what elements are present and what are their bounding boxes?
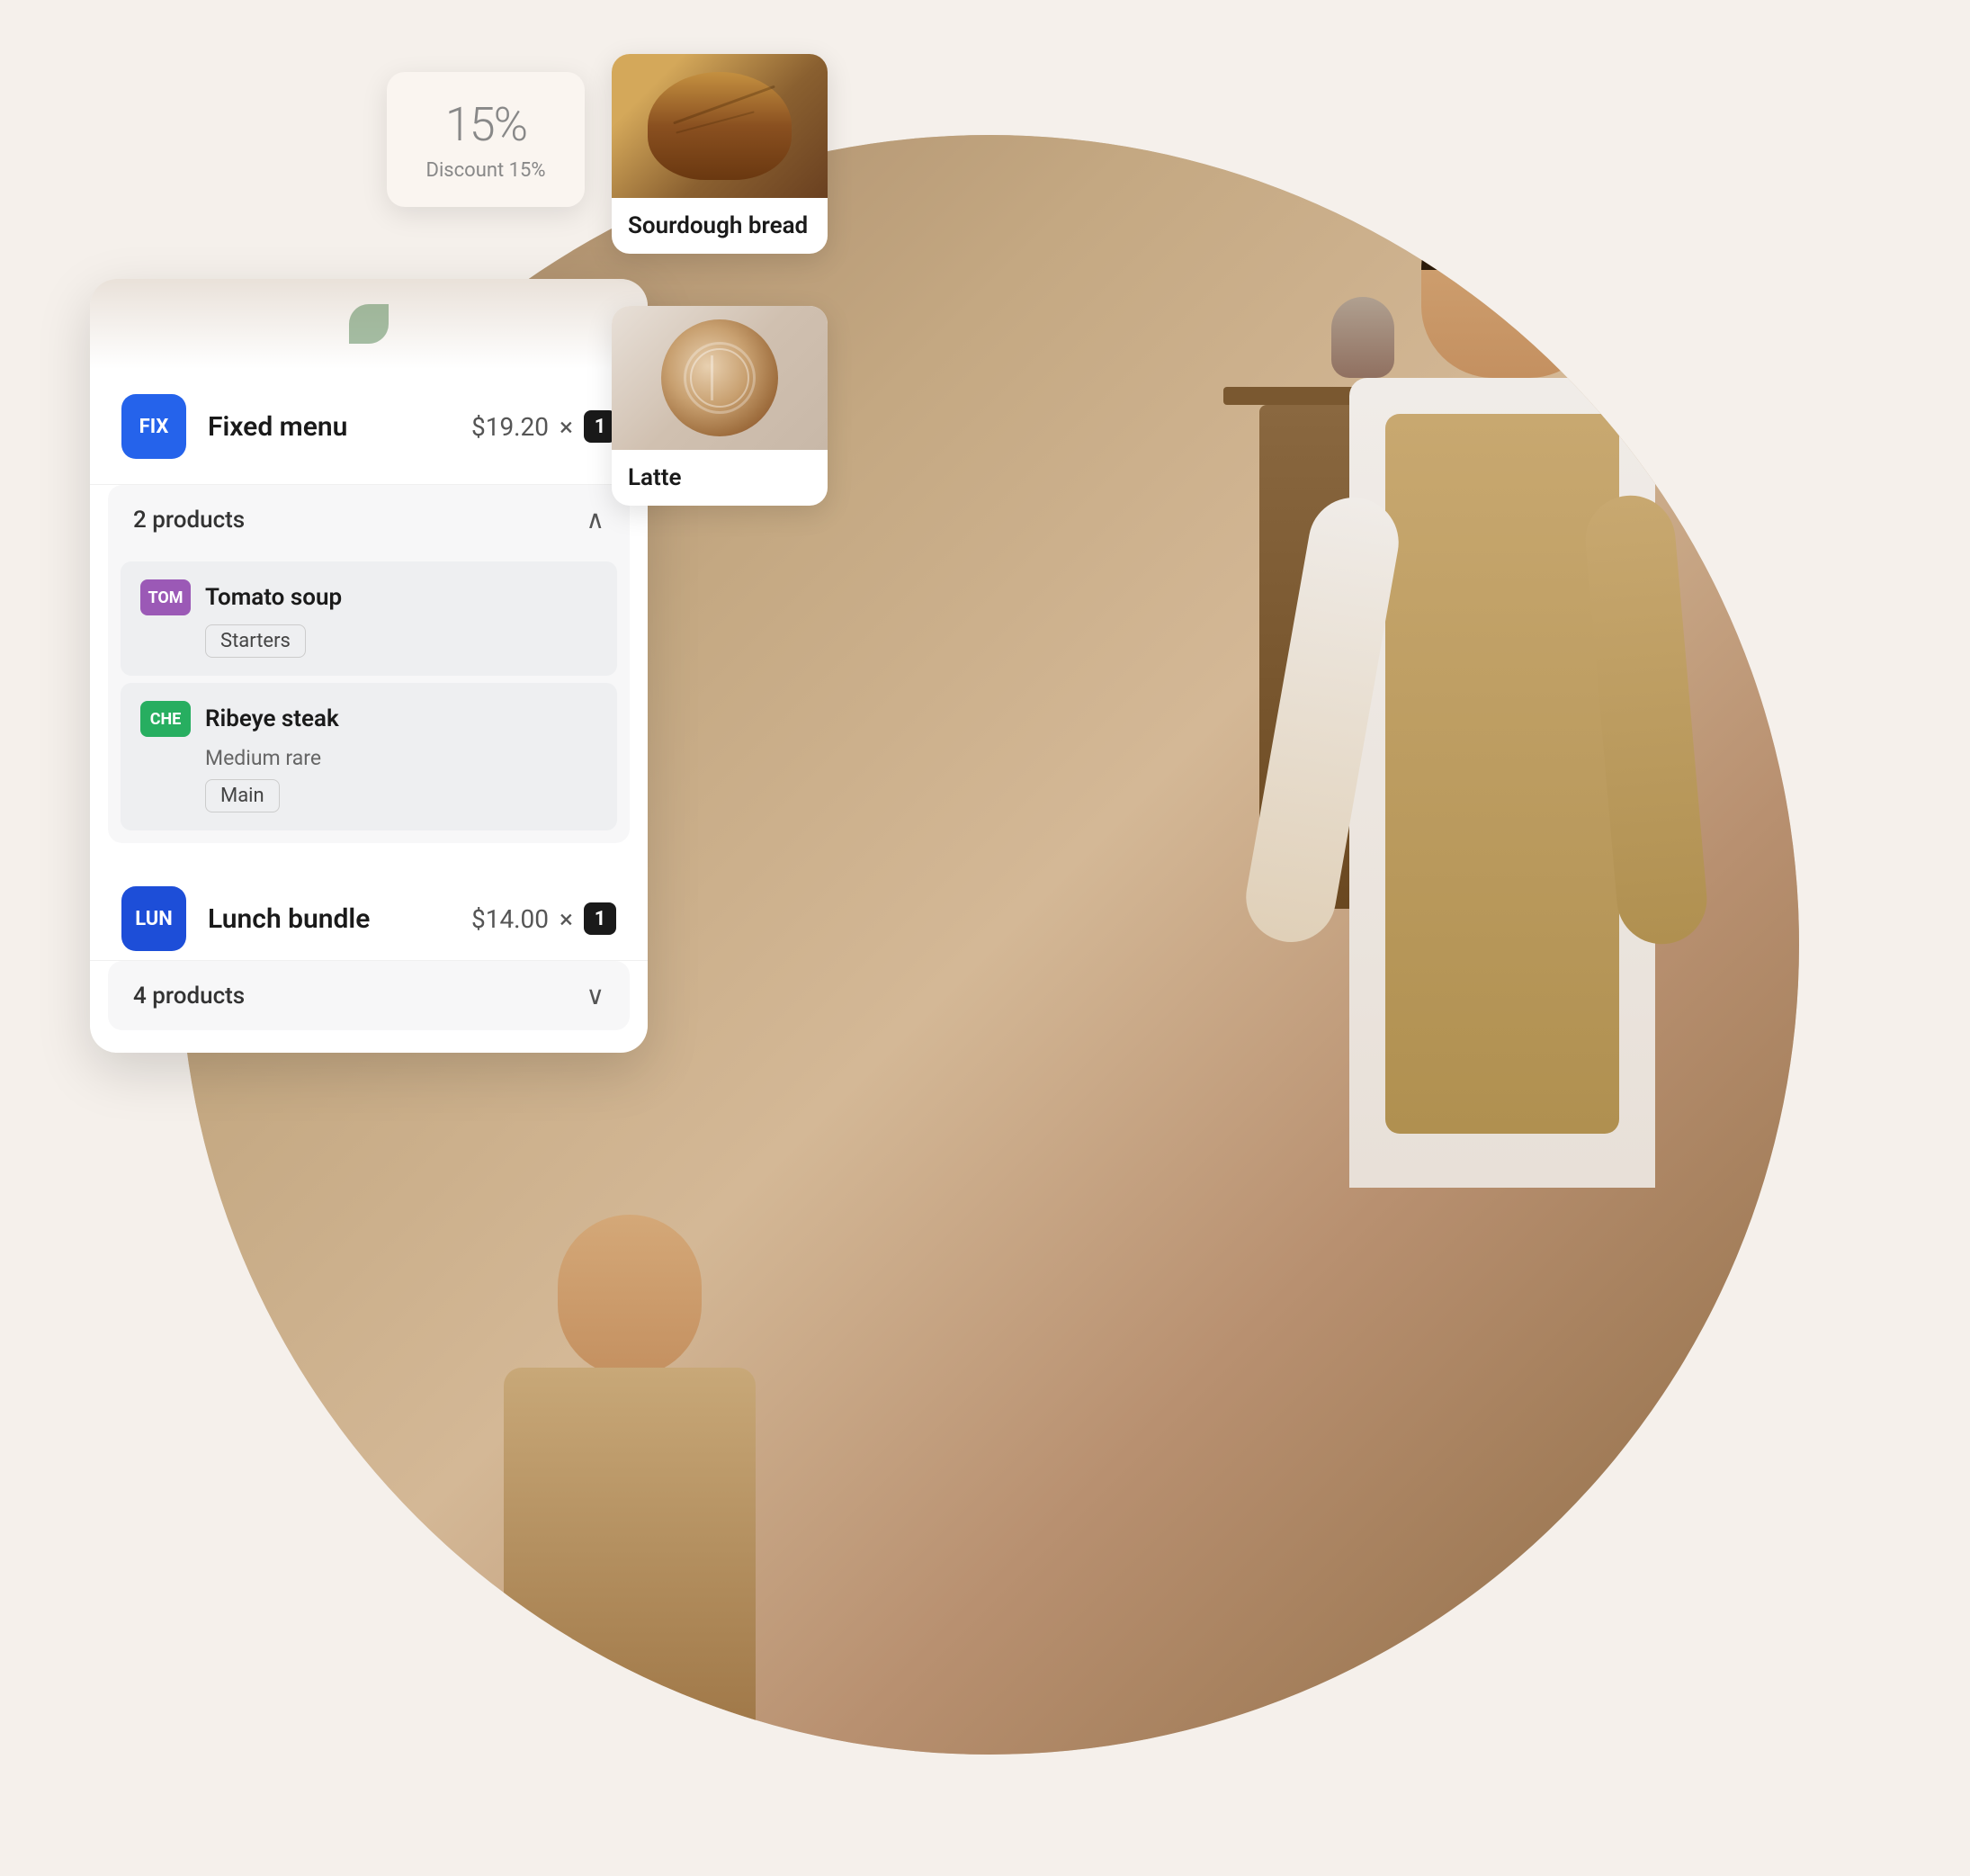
products-expand-button[interactable]: 2 products ∧ (108, 485, 630, 554)
tomato-name: Tomato soup (205, 584, 342, 611)
lunch-bundle-row[interactable]: LUN Lunch bundle $14.00 × 1 (90, 861, 648, 961)
fixed-menu-row[interactable]: FIX Fixed menu $19.20 × 1 (90, 369, 648, 485)
chevron-down-icon: ∨ (587, 981, 605, 1010)
bread-image (612, 54, 828, 198)
fixed-menu-price-value: $19.20 (471, 412, 549, 442)
products-count-label: 2 products (133, 507, 245, 534)
multiply-symbol: × (560, 412, 573, 442)
discount-card: 15% Discount 15% (387, 72, 585, 207)
ribeye-variant: Medium rare (140, 746, 597, 770)
ribeye-header: CHE Ribeye steak (140, 701, 597, 737)
lunch-products-count-label: 4 products (133, 983, 245, 1010)
lunch-bundle-products-section: 4 products ∨ (108, 961, 630, 1030)
fixed-menu-badge: FIX (121, 394, 186, 459)
person-seated (450, 1215, 810, 1665)
fixed-menu-name: Fixed menu (208, 411, 471, 443)
tomato-soup-item: TOM Tomato soup Starters (121, 561, 617, 676)
tomato-soup-header: TOM Tomato soup (140, 579, 597, 615)
ribeye-tag: Main (205, 779, 280, 812)
person-standing (1277, 180, 1709, 1620)
discount-percent-value: 15% (405, 97, 567, 152)
discount-label: Discount 15% (405, 159, 567, 182)
latte-art-inner (690, 348, 749, 408)
tomato-badge: TOM (140, 579, 191, 615)
lunch-bundle-price: $14.00 × 1 (471, 902, 616, 935)
lunch-bundle-price-value: $14.00 (471, 904, 549, 934)
lunch-bundle-name: Lunch bundle (208, 903, 471, 935)
glasses (1426, 252, 1606, 288)
lunch-products-expand-button[interactable]: 4 products ∨ (108, 961, 630, 1030)
fixed-menu-price: $19.20 × 1 (471, 410, 616, 443)
ui-card: FIX Fixed menu $19.20 × 1 2 products ∧ T… (90, 279, 648, 1053)
seated-head (558, 1215, 702, 1377)
tomato-tag: Starters (205, 624, 306, 658)
apron (1385, 414, 1619, 1134)
seated-body (504, 1368, 756, 1728)
bread-label: Sourdough bread (612, 198, 828, 254)
lunch-bundle-badge: LUN (121, 886, 186, 951)
latte-image (612, 306, 828, 450)
lunch-bundle-qty: 1 (584, 902, 616, 935)
latte-art-stem (711, 355, 713, 400)
ribeye-name: Ribeye steak (205, 705, 339, 732)
chevron-up-icon: ∧ (587, 505, 605, 534)
latte-label: Latte (612, 450, 828, 506)
fixed-menu-products-section: 2 products ∧ TOM Tomato soup Starters CH… (108, 485, 630, 843)
leaf-icon (349, 304, 389, 344)
latte-cup (661, 319, 778, 436)
ribeye-badge: CHE (140, 701, 191, 737)
multiply-symbol2: × (560, 904, 573, 934)
card-header (90, 279, 648, 369)
latte-card: Latte (612, 306, 828, 506)
bread-card: Sourdough bread (612, 54, 828, 254)
ribeye-item: CHE Ribeye steak Medium rare Main (121, 683, 617, 830)
